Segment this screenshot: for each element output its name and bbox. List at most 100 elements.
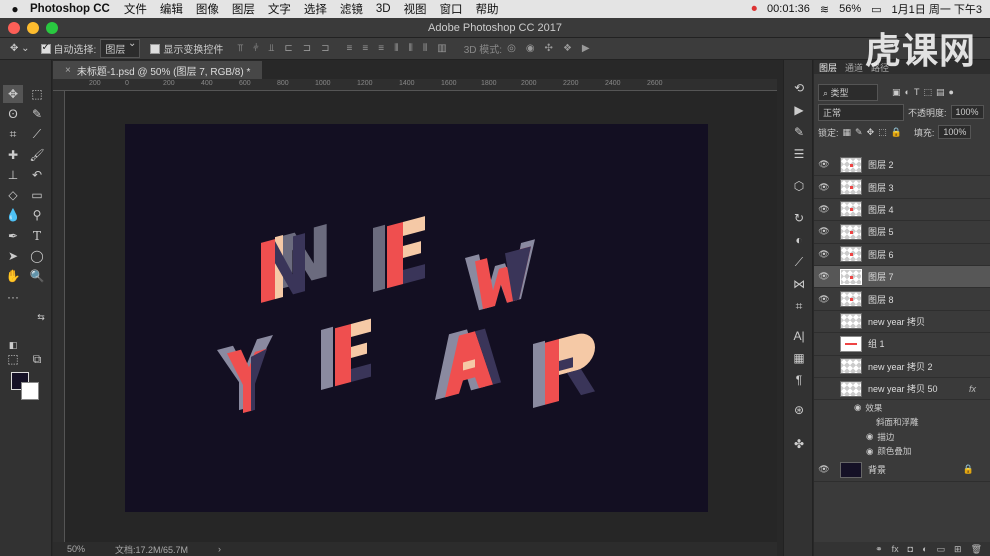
visibility-eye-icon[interactable]: 👁 bbox=[814, 464, 834, 475]
3d-orbit-icon[interactable]: ◎ bbox=[507, 43, 516, 54]
close-button[interactable] bbox=[8, 22, 20, 34]
new-layer-icon[interactable]: ⊞ bbox=[954, 544, 962, 555]
menu-type[interactable]: 文字 bbox=[268, 1, 291, 17]
lock-paint-icon[interactable]: ✎ bbox=[855, 127, 863, 138]
menu-view[interactable]: 视图 bbox=[404, 1, 427, 17]
effects-row[interactable]: ◉ 效果 bbox=[814, 400, 990, 415]
document-tab[interactable]: × 未标题-1.psd @ 50% (图层 7, RGB/8) * bbox=[53, 61, 263, 79]
move-tool-icon[interactable]: ✥ bbox=[3, 85, 23, 103]
distribute-top-icon[interactable]: ≡ bbox=[347, 43, 353, 54]
layer-row[interactable]: 👁 new year 拷贝 50 fx bbox=[814, 378, 990, 401]
layer-row-background[interactable]: 👁 背景 🔒 bbox=[814, 458, 990, 483]
tab-channels[interactable]: 通道 bbox=[845, 61, 863, 74]
layer-row[interactable]: 👁 图层 6 bbox=[814, 244, 990, 266]
visibility-eye-icon[interactable]: 👁 bbox=[814, 361, 834, 372]
lock-move-icon[interactable]: ✥ bbox=[867, 127, 875, 138]
marquee-tool-icon[interactable]: ⬚ bbox=[27, 85, 47, 103]
shape-tool-icon[interactable]: ◯ bbox=[27, 247, 47, 265]
filter-toggle-icon[interactable]: ● bbox=[948, 87, 953, 97]
tab-close-icon[interactable]: × bbox=[65, 65, 71, 76]
add-style-icon[interactable]: fx bbox=[892, 544, 899, 554]
screen-mode-icon[interactable]: ⧉ bbox=[27, 350, 47, 368]
tool-presets-icon[interactable]: ⋈ bbox=[791, 276, 807, 292]
eyedropper-tool-icon[interactable]: ⟋ bbox=[27, 125, 47, 143]
distribute-vcenter-icon[interactable]: ≡ bbox=[362, 43, 368, 54]
adjust-panel-icon[interactable]: ☰ bbox=[791, 146, 807, 162]
auto-select-dropdown[interactable]: 图层 bbox=[100, 38, 141, 58]
app-name-menu[interactable]: Photoshop CC bbox=[30, 3, 110, 15]
align-vcenter-icon[interactable]: ⫩ bbox=[253, 43, 259, 54]
effect-eye-icon[interactable]: ◉ bbox=[854, 402, 861, 413]
auto-select-checkbox[interactable] bbox=[40, 42, 51, 54]
layer-row-selected[interactable]: 👁 图层 7 bbox=[814, 265, 990, 289]
filter-pixel-icon[interactable]: ▣ bbox=[892, 87, 901, 98]
menu-image[interactable]: 图像 bbox=[196, 1, 219, 17]
quick-mask-icon[interactable]: ⬚ bbox=[3, 350, 23, 368]
crop-tool-icon[interactable]: ⌗ bbox=[3, 125, 23, 143]
crop-panel-icon[interactable]: ⌗ bbox=[791, 298, 807, 314]
link-layers-icon[interactable]: ⚭ bbox=[875, 544, 883, 555]
libraries-panel-icon[interactable]: ⊛ bbox=[791, 402, 807, 418]
swap-colors-icon[interactable]: ⇆ bbox=[31, 308, 51, 326]
healing-tool-icon[interactable]: ✚ bbox=[3, 146, 23, 164]
layer-fx-badge[interactable]: fx bbox=[969, 384, 976, 394]
visibility-eye-icon[interactable]: 👁 bbox=[814, 294, 834, 305]
history-brush-icon[interactable]: ↶ bbox=[27, 166, 47, 184]
apple-icon[interactable]: ● bbox=[0, 2, 30, 16]
lock-artboard-icon[interactable]: ⬚ bbox=[878, 127, 887, 138]
layer-row[interactable]: 👁 图层 3 bbox=[814, 176, 990, 199]
zoom-tool-icon[interactable]: 🔍 bbox=[27, 267, 47, 285]
3d-roll-icon[interactable]: ◉ bbox=[526, 43, 535, 54]
status-menu-arrow-icon[interactable]: › bbox=[218, 544, 221, 554]
menu-3d[interactable]: 3D bbox=[376, 3, 391, 15]
gradient-tool-icon[interactable]: ▭ bbox=[27, 186, 47, 204]
visibility-eye-icon[interactable]: 👁 bbox=[814, 159, 834, 170]
align-left-icon[interactable]: ⊏ bbox=[284, 43, 292, 54]
distribute-right-icon[interactable]: ⦀ bbox=[423, 43, 427, 54]
rotate-panel-icon[interactable]: ↻ bbox=[791, 210, 807, 226]
document-canvas[interactable]: N bbox=[125, 124, 708, 512]
background-color-swatch[interactable] bbox=[21, 382, 39, 400]
visibility-eye-icon[interactable]: 👁 bbox=[814, 226, 834, 237]
minimize-button[interactable] bbox=[27, 22, 39, 34]
new-group-icon[interactable]: ▭ bbox=[937, 544, 946, 555]
transform-controls-checkbox[interactable] bbox=[150, 43, 161, 54]
history-panel-icon[interactable]: ⟲ bbox=[791, 80, 807, 96]
align-hcenter-icon[interactable]: ⊐ bbox=[303, 43, 311, 54]
record-icon[interactable]: ⏺ bbox=[752, 3, 758, 16]
brush-panel-icon[interactable]: ✎ bbox=[791, 124, 807, 140]
distribute-hcenter-icon[interactable]: ⦀ bbox=[408, 43, 412, 54]
filter-type-icon[interactable]: T bbox=[914, 87, 920, 97]
filter-smart-icon[interactable]: ▤ bbox=[936, 87, 945, 98]
align-bottom-icon[interactable]: ⫫ bbox=[269, 43, 275, 54]
filter-shape-icon[interactable]: ⬚ bbox=[923, 87, 932, 98]
distribute-bottom-icon[interactable]: ≡ bbox=[378, 43, 384, 54]
3d-pan-icon[interactable]: ✣ bbox=[545, 43, 553, 54]
menu-file[interactable]: 文件 bbox=[124, 1, 147, 17]
paragraph-panel-icon[interactable]: ¶ bbox=[791, 372, 807, 388]
quick-select-tool-icon[interactable]: ✎ bbox=[27, 105, 47, 123]
plugins-panel-icon[interactable]: ✤ bbox=[791, 436, 807, 452]
menu-edit[interactable]: 编辑 bbox=[160, 1, 183, 17]
lasso-tool-icon[interactable]: ʘ bbox=[3, 105, 23, 123]
menu-help[interactable]: 帮助 bbox=[476, 1, 499, 17]
visibility-eye-icon[interactable]: 👁 bbox=[814, 383, 834, 394]
actions-panel-icon[interactable]: ▶ bbox=[791, 102, 807, 118]
color-panel-icon[interactable]: ◐ bbox=[791, 232, 807, 248]
align-top-icon[interactable]: ⫪ bbox=[237, 43, 243, 54]
tab-layers[interactable]: 图层 bbox=[819, 61, 837, 74]
menu-window[interactable]: 窗口 bbox=[440, 1, 463, 17]
layer-row[interactable]: 👁 图层 2 bbox=[814, 154, 990, 177]
3d-scale-icon[interactable]: ▶ bbox=[582, 43, 590, 54]
effect-eye-icon[interactable]: ◉ bbox=[866, 446, 873, 457]
hand-tool-icon[interactable]: ✋ bbox=[3, 267, 23, 285]
visibility-eye-icon[interactable]: 👁 bbox=[814, 316, 834, 327]
vertical-ruler[interactable] bbox=[53, 91, 65, 542]
filter-type-dropdown[interactable]: ⌕ 类型 bbox=[818, 83, 878, 101]
visibility-eye-icon[interactable]: 👁 bbox=[814, 204, 834, 215]
move-tool-icon[interactable]: ✥ ⌄ bbox=[10, 43, 30, 54]
dodge-tool-icon[interactable]: ⚲ bbox=[27, 206, 47, 224]
glyphs-panel-icon[interactable]: ▦ bbox=[791, 350, 807, 366]
layer-row[interactable]: 👁 图层 4 bbox=[814, 199, 990, 222]
type-tool-icon[interactable]: T bbox=[27, 227, 47, 245]
